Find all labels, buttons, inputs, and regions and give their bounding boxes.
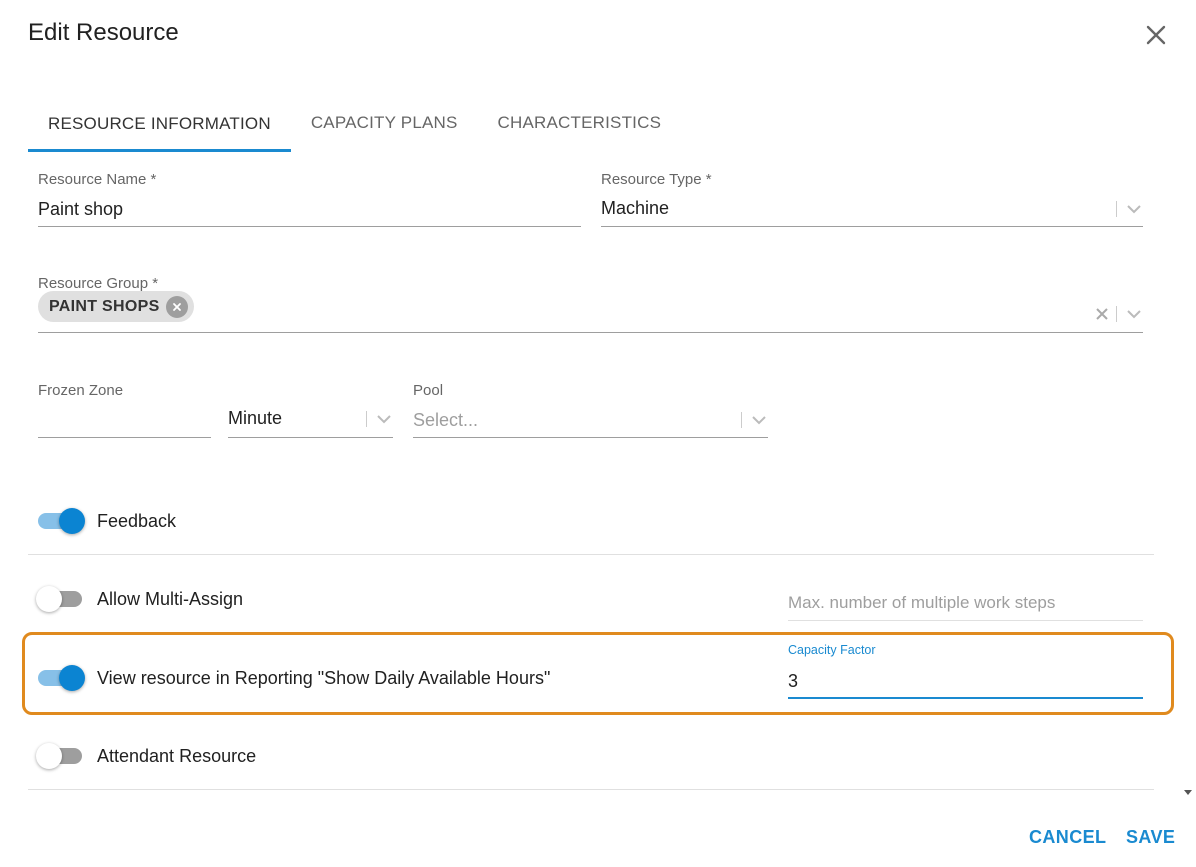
scroll-down-arrow[interactable] — [1184, 790, 1192, 795]
resource-group-label: Resource Group * — [38, 275, 159, 292]
resource-name-input[interactable]: Paint shop — [38, 199, 123, 220]
chip-remove-button[interactable] — [165, 295, 188, 318]
frozen-zone-field[interactable]: Frozen Zone — [38, 382, 211, 438]
save-button[interactable]: SAVE — [1126, 827, 1175, 848]
allow-multi-assign-row: Allow Multi-Assign — [36, 586, 244, 612]
highlight-box — [22, 632, 1174, 715]
feedback-label: Feedback — [97, 510, 177, 531]
chevron-down-icon[interactable] — [750, 411, 768, 429]
attendant-resource-label: Attendant Resource — [97, 745, 257, 766]
feedback-toggle[interactable] — [38, 508, 85, 534]
clear-icon[interactable] — [1094, 306, 1110, 322]
close-icon — [1146, 25, 1166, 45]
resource-group-select[interactable]: Resource Group * PAINT SHOPS — [38, 275, 1143, 333]
chevron-down-icon[interactable] — [375, 410, 393, 428]
resource-type-label: Resource Type * — [601, 171, 712, 188]
frozen-zone-unit-value: Minute — [228, 408, 283, 428]
chevron-down-icon[interactable] — [1125, 305, 1143, 323]
dialog-title: Edit Resource — [28, 19, 179, 46]
tab-characteristics[interactable]: CHARACTERISTICS — [478, 96, 682, 150]
allow-multi-assign-toggle[interactable] — [36, 586, 84, 612]
close-icon — [172, 302, 181, 311]
cancel-button[interactable]: CANCEL — [1029, 827, 1106, 848]
tab-resource-information[interactable]: RESOURCE INFORMATION — [28, 96, 291, 152]
frozen-zone-unit-select[interactable]: Minute — [228, 382, 393, 438]
chevron-down-icon[interactable] — [1125, 200, 1143, 218]
max-work-steps-placeholder: Max. number of multiple work steps — [788, 593, 1056, 612]
attendant-resource-row: Attendant Resource — [36, 743, 257, 769]
pool-placeholder: Select... — [413, 410, 479, 430]
resource-type-value: Machine — [601, 198, 670, 218]
pool-label: Pool — [413, 382, 444, 399]
divider — [28, 789, 1154, 790]
close-button[interactable] — [1141, 20, 1171, 50]
chip-label: PAINT SHOPS — [49, 297, 160, 315]
tab-bar: RESOURCE INFORMATION CAPACITY PLANS CHAR… — [28, 96, 681, 152]
resource-name-field[interactable]: Resource Name * Paint shop — [38, 171, 581, 227]
divider — [28, 554, 1154, 555]
pool-select[interactable]: Pool Select... — [413, 382, 768, 438]
edit-resource-dialog: Edit Resource RESOURCE INFORMATION CAPAC… — [0, 0, 1196, 867]
tab-capacity-plans[interactable]: CAPACITY PLANS — [291, 96, 478, 150]
resource-name-label: Resource Name * — [38, 171, 157, 188]
resource-type-select[interactable]: Resource Type * Machine — [601, 171, 1143, 227]
feedback-row: Feedback — [38, 508, 176, 534]
max-work-steps-field[interactable]: Max. number of multiple work steps — [788, 588, 1143, 621]
frozen-zone-label: Frozen Zone — [38, 382, 124, 399]
allow-multi-assign-label: Allow Multi-Assign — [97, 588, 244, 609]
attendant-resource-toggle[interactable] — [36, 743, 84, 769]
resource-group-chip: PAINT SHOPS — [38, 291, 194, 322]
